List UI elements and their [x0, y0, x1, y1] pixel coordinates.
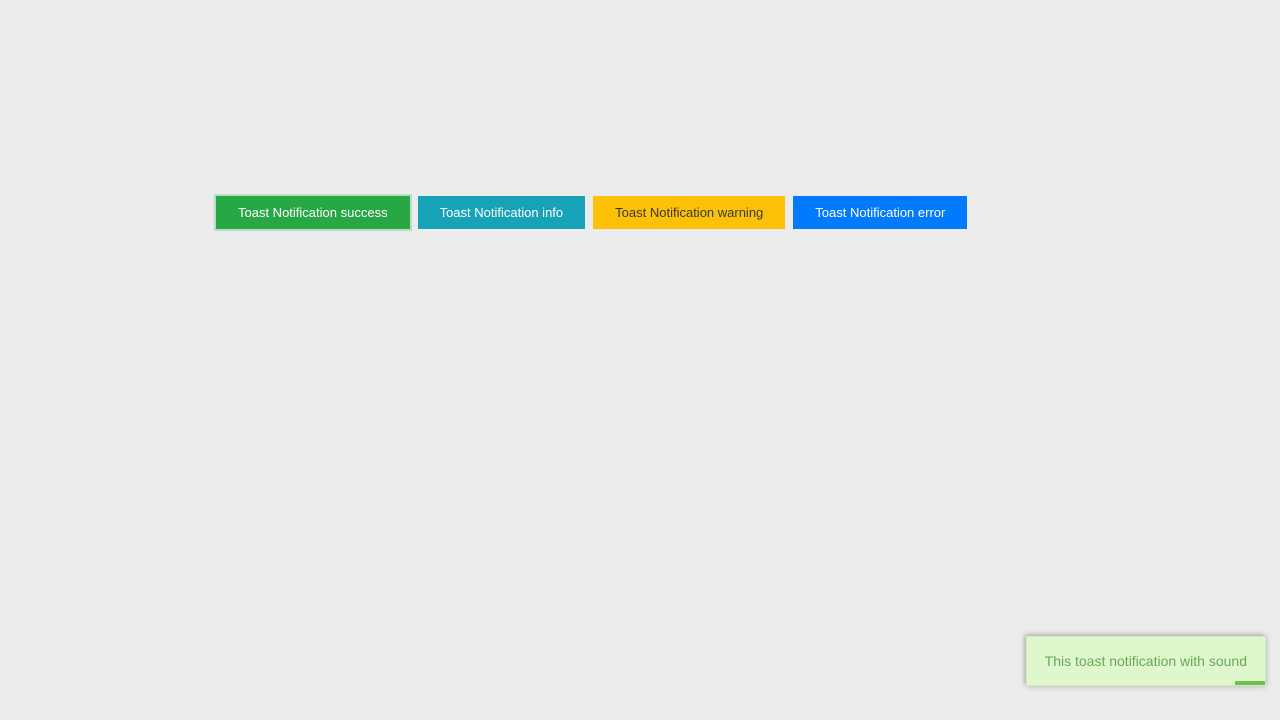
toast-warning-button[interactable]: Toast Notification warning [593, 196, 785, 229]
toast-info-button[interactable]: Toast Notification info [418, 196, 586, 229]
toast-message: This toast notification with sound [1045, 653, 1247, 669]
button-row: Toast Notification success Toast Notific… [216, 196, 967, 229]
toast-success-button[interactable]: Toast Notification success [216, 196, 410, 229]
toast-error-button[interactable]: Toast Notification error [793, 196, 967, 229]
toast-notification[interactable]: This toast notification with sound [1026, 636, 1266, 686]
